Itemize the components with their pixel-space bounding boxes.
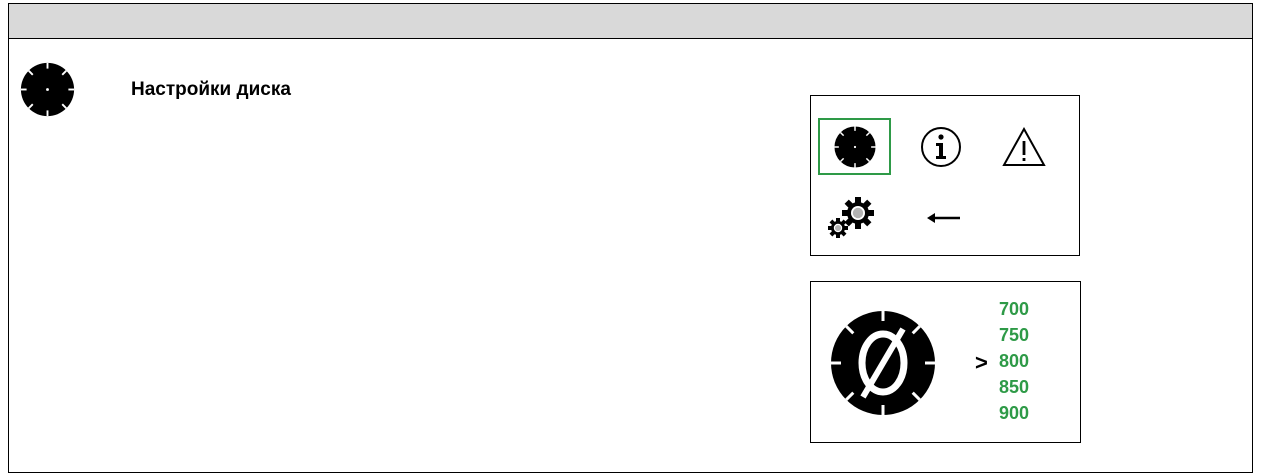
diameter-option[interactable]: 700 bbox=[999, 296, 1029, 322]
menu-item-info[interactable] bbox=[911, 118, 971, 175]
menu-item-warning[interactable] bbox=[994, 118, 1054, 175]
diameter-option-selected[interactable]: 800 bbox=[999, 348, 1029, 374]
gears-icon bbox=[828, 197, 874, 238]
diameter-panel: > 700 750 800 850 900 bbox=[810, 281, 1081, 443]
saw-blade-icon bbox=[833, 125, 876, 168]
menu-item-disc[interactable] bbox=[818, 118, 891, 175]
saw-blade-icon bbox=[20, 62, 75, 117]
diameter-options: 700 750 800 850 900 bbox=[999, 296, 1029, 426]
diameter-option[interactable]: 750 bbox=[999, 322, 1029, 348]
selection-cursor: > bbox=[975, 350, 988, 375]
info-icon bbox=[921, 126, 961, 167]
diameter-option[interactable]: 850 bbox=[999, 374, 1029, 400]
warning-icon bbox=[1002, 126, 1046, 166]
menu-panel bbox=[810, 95, 1080, 256]
blade-diameter-icon bbox=[831, 311, 935, 415]
section-title: Настройки диска bbox=[131, 79, 291, 100]
header-divider bbox=[9, 38, 1252, 39]
diameter-option[interactable]: 900 bbox=[999, 400, 1029, 426]
menu-item-settings[interactable] bbox=[821, 194, 883, 242]
header-bar bbox=[9, 4, 1252, 38]
menu-item-back[interactable] bbox=[919, 194, 969, 242]
back-arrow-icon bbox=[927, 213, 960, 223]
